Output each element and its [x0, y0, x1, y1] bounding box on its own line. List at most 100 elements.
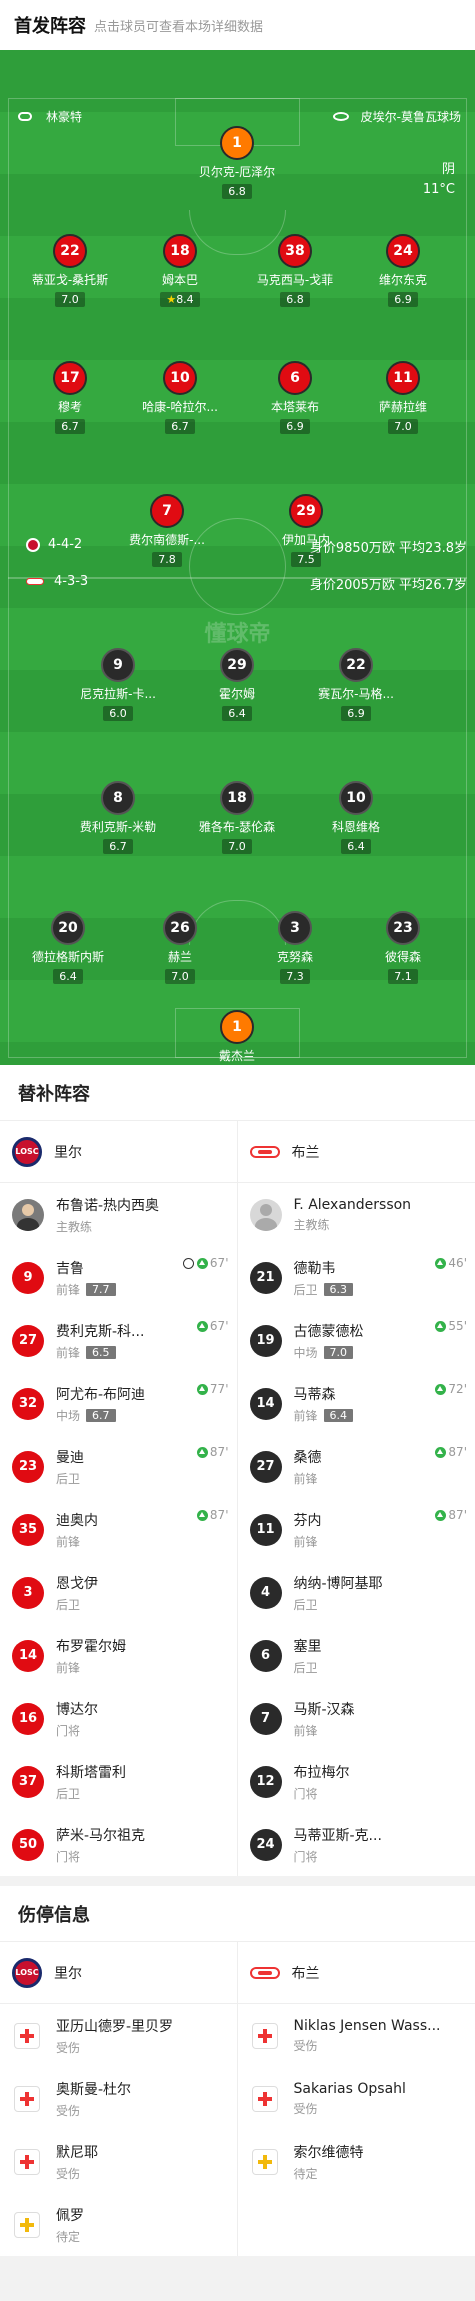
injury-row[interactable]: 默尼耶受伤: [0, 2130, 237, 2193]
pitch-player[interactable]: 8费利克斯-米勒6.7: [63, 781, 173, 854]
subs-away-team[interactable]: 布兰: [238, 1121, 475, 1183]
pitch-player[interactable]: 18雅各布-瑟伦森7.0: [182, 781, 292, 854]
player-rating: 6.7: [103, 839, 133, 854]
player-rating: 6.4: [341, 839, 371, 854]
subs-home-team[interactable]: LOSC里尔: [0, 1121, 237, 1183]
injury-away-team[interactable]: 布兰: [238, 1942, 475, 2004]
subs-away-team-name: 布兰: [292, 1142, 320, 1162]
pitch-player[interactable]: 23彼得森7.1: [348, 911, 458, 984]
pitch: 林豪特 皮埃尔-莫鲁瓦球场 阴11°C 懂球帝 4-4-2 身价9850万欧 平…: [0, 50, 475, 1065]
sub-in-minute: 87': [210, 1445, 229, 1459]
pitch-player[interactable]: 9尼克拉斯-卡...6.0: [63, 648, 173, 721]
player-rating: 7.0: [165, 969, 195, 984]
sub-player-name: 桑德: [294, 1447, 322, 1467]
stadium[interactable]: 皮埃尔-莫鲁瓦球场: [333, 108, 461, 125]
sub-player-name: 塞里: [294, 1636, 322, 1656]
pitch-player[interactable]: 10科恩维格6.4: [301, 781, 411, 854]
pitch-player[interactable]: 29霍尔姆6.4: [182, 648, 292, 721]
pitch-player[interactable]: 24维尔东克6.9: [348, 234, 458, 307]
pitch-player[interactable]: 26赫兰7.0: [125, 911, 235, 984]
sub-in-marker: 72': [435, 1382, 467, 1396]
player-number-badge: 29: [289, 494, 323, 528]
sub-player-rating: 6.4: [324, 1409, 354, 1422]
player-name: 克努森: [240, 948, 350, 965]
injury-away-column: 布兰 Niklas Jensen Wass...受伤Sakarias Opsah…: [238, 1942, 475, 2256]
pitch-player[interactable]: 6本塔莱布6.9: [240, 361, 350, 434]
away-coach-row[interactable]: F. Alexandersson主教练: [238, 1183, 475, 1246]
player-rating: 6.7: [165, 419, 195, 434]
pitch-player[interactable]: 18姆本巴★8.4: [125, 234, 235, 307]
sub-player-row[interactable]: 27桑德前锋87': [238, 1435, 475, 1498]
pitch-player[interactable]: 7费尔南德斯-...7.8: [112, 494, 222, 567]
sub-player-row[interactable]: 9吉鲁前锋7.767': [0, 1246, 237, 1309]
sub-player-row[interactable]: 14马蒂森前锋6.472': [238, 1372, 475, 1435]
sub-player-position: 门将: [56, 1848, 80, 1865]
sub-number-badge: 6: [250, 1640, 282, 1672]
sub-player-row[interactable]: 7马斯-汉森前锋: [238, 1687, 475, 1750]
player-rating: 7.5: [291, 552, 321, 567]
sub-player-row[interactable]: 21德勒韦后卫6.346': [238, 1246, 475, 1309]
referee[interactable]: 林豪特: [18, 108, 82, 125]
sub-number-badge: 3: [12, 1577, 44, 1609]
injury-home-team[interactable]: LOSC里尔: [0, 1942, 237, 2004]
sub-player-name: 博达尔: [56, 1699, 98, 1719]
player-number-badge: 18: [220, 781, 254, 815]
sub-in-minute: 87': [210, 1508, 229, 1522]
sub-in-icon: [197, 1384, 208, 1395]
pitch-player[interactable]: 1贝尔克-厄泽尔6.8: [182, 126, 292, 199]
sub-in-marker: 67': [183, 1256, 229, 1270]
injury-row[interactable]: Niklas Jensen Wass...受伤: [238, 2004, 475, 2067]
pitch-player[interactable]: 20德拉格斯内斯6.4: [13, 911, 123, 984]
injury-title: 伤停信息: [0, 1886, 475, 1942]
sub-number-badge: 7: [250, 1703, 282, 1735]
sub-player-row[interactable]: 16博达尔门将: [0, 1687, 237, 1750]
sub-player-row[interactable]: 11芬内前锋87': [238, 1498, 475, 1561]
sub-player-row[interactable]: 23曼迪后卫87': [0, 1435, 237, 1498]
home-coach-row[interactable]: 布鲁诺-热内西奥主教练: [0, 1183, 237, 1246]
player-rating: 7.0: [222, 839, 252, 854]
sub-player-row[interactable]: 14布罗霍尔姆前锋: [0, 1624, 237, 1687]
pitch-player[interactable]: 3克努森7.3: [240, 911, 350, 984]
sub-player-position: 前锋: [56, 1659, 80, 1676]
sub-player-row[interactable]: 3恩戈伊后卫: [0, 1561, 237, 1624]
sub-player-row[interactable]: 50萨米-马尔祖克门将: [0, 1813, 237, 1876]
player-rating: 6.8: [280, 292, 310, 307]
pitch-player[interactable]: 1戴杰兰6.5: [182, 1010, 292, 1065]
sub-player-row[interactable]: 6 塞里后卫: [238, 1624, 475, 1687]
injury-row[interactable]: 佩罗待定: [0, 2193, 237, 2256]
sub-player-row[interactable]: 12布拉梅尔门将: [238, 1750, 475, 1813]
sub-number-badge: 27: [250, 1451, 282, 1483]
player-rating-value: 6.8: [228, 185, 246, 198]
injury-cross-icon: [14, 2023, 40, 2049]
pitch-player[interactable]: 11萨赫拉维7.0: [348, 361, 458, 434]
sub-player-row[interactable]: 35迪奥内前锋87': [0, 1498, 237, 1561]
sub-in-minute: 46': [448, 1256, 467, 1270]
injury-row[interactable]: 奥斯曼-杜尔受伤: [0, 2067, 237, 2130]
sub-player-position: 后卫: [294, 1659, 318, 1676]
sub-player-row[interactable]: 32阿尤布-布阿迪中场6.777': [0, 1372, 237, 1435]
sub-player-row[interactable]: 19古德蒙德松中场7.055': [238, 1309, 475, 1372]
injured-player-name: 默尼耶: [56, 2142, 98, 2162]
sub-player-name: 迪奥内: [56, 1510, 98, 1530]
pitch-player[interactable]: 22赛瓦尔-马格...6.9: [301, 648, 411, 721]
injury-row[interactable]: 索尔维德特待定: [238, 2130, 475, 2193]
injury-row[interactable]: 亚历山德罗-里贝罗受伤: [0, 2004, 237, 2067]
sub-player-row[interactable]: 4纳纳-博阿基耶后卫: [238, 1561, 475, 1624]
goal-ball-icon: [183, 1258, 194, 1269]
sub-player-row[interactable]: 37科斯塔雷利后卫: [0, 1750, 237, 1813]
pitch-player[interactable]: 17穆考6.7: [15, 361, 125, 434]
home-formation-row: 4-4-2 身价9850万欧 平均23.8岁: [0, 537, 475, 557]
sub-in-minute: 77': [210, 1382, 229, 1396]
injury-row[interactable]: Sakarias Opsahl受伤: [238, 2067, 475, 2130]
pitch-player[interactable]: 29伊加马内7.5: [251, 494, 361, 567]
sub-player-row[interactable]: 27费利克斯-科...前锋6.567': [0, 1309, 237, 1372]
pitch-player[interactable]: 10哈康-哈拉尔...6.7: [125, 361, 235, 434]
player-rating-value: 7.1: [394, 970, 412, 983]
pitch-player[interactable]: 38马克西马-戈菲6.8: [240, 234, 350, 307]
sub-player-row[interactable]: 24马蒂亚斯-克...门将: [238, 1813, 475, 1876]
injured-player-name: 佩罗: [56, 2205, 84, 2225]
away-team-value: 身价2005万欧 平均26.7岁: [310, 574, 467, 593]
pitch-player[interactable]: 22蒂亚戈-桑托斯7.0: [15, 234, 125, 307]
whistle-icon: [18, 112, 32, 121]
player-number-badge: 6: [278, 361, 312, 395]
